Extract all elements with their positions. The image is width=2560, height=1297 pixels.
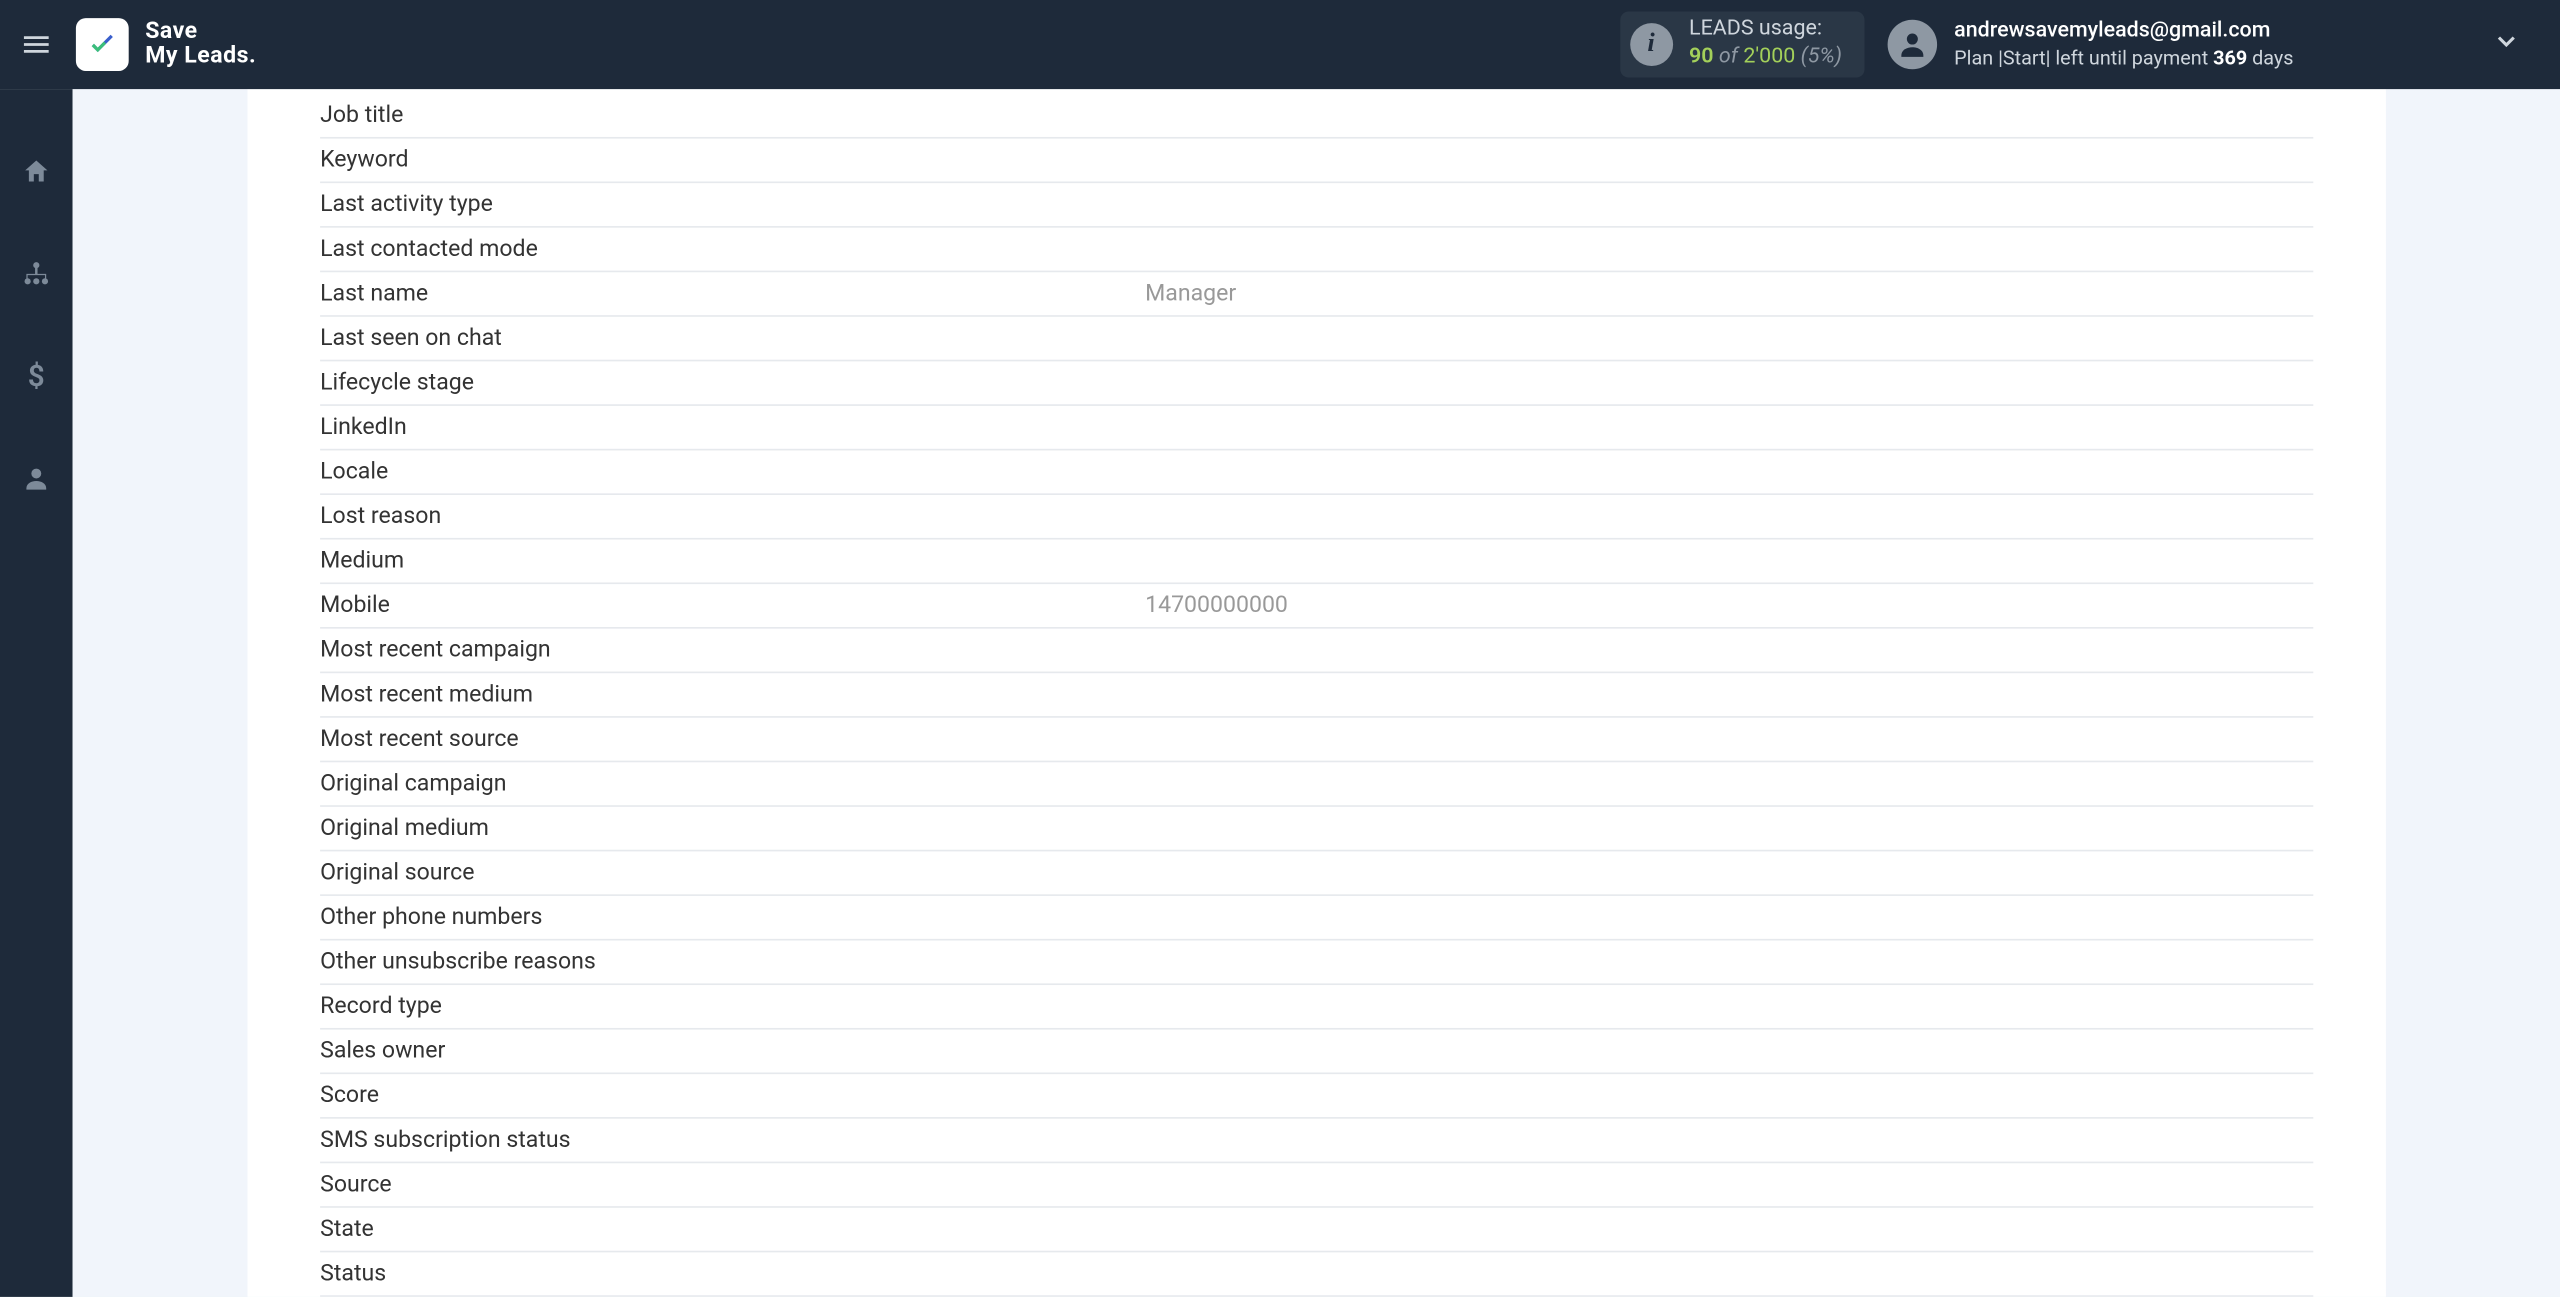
field-row: Original medium <box>320 807 2313 852</box>
field-label: Medium <box>320 548 1145 574</box>
field-row: Most recent medium <box>320 673 2313 718</box>
field-row: Medium <box>320 540 2313 585</box>
field-label: Original campaign <box>320 771 1145 797</box>
field-row: Job title <box>320 89 2313 138</box>
menu-button[interactable] <box>0 0 73 89</box>
field-label: Most recent source <box>320 726 1145 752</box>
field-label: Lost reason <box>320 503 1145 529</box>
plan-prefix: Plan <box>1954 46 1998 69</box>
field-row: Most recent campaign <box>320 629 2313 674</box>
plan-name: |Start| <box>1998 46 2050 69</box>
brand-line1: Save <box>145 18 197 44</box>
field-label: Mobile <box>320 592 1145 618</box>
field-row: Mobile14700000000 <box>320 584 2313 629</box>
field-row: Record type <box>320 985 2313 1030</box>
field-label: Most recent medium <box>320 681 1145 707</box>
field-label: Last name <box>320 281 1145 307</box>
field-label: Last seen on chat <box>320 325 1145 351</box>
nav-network[interactable] <box>0 241 73 307</box>
person-icon <box>1896 28 1929 61</box>
usage-text: LEADS usage: 90 of 2'000 (5%) <box>1689 17 1842 73</box>
field-label: Other phone numbers <box>320 904 1145 930</box>
field-label: Original source <box>320 860 1145 886</box>
person-icon <box>21 464 51 494</box>
field-row: Last activity type <box>320 183 2313 228</box>
field-label: Last activity type <box>320 191 1145 217</box>
hamburger-icon <box>20 28 53 61</box>
field-row: Score <box>320 1074 2313 1119</box>
field-row: Other phone numbers <box>320 896 2313 941</box>
topbar: Save My Leads. i LEADS usage: 90 of 2'00… <box>0 0 2560 89</box>
field-row: State <box>320 1208 2313 1253</box>
content-area: Job title Keyword Last activity type Last c… <box>73 89 2560 1297</box>
info-icon: i <box>1630 23 1673 66</box>
field-row: Last nameManager <box>320 272 2313 317</box>
brand-name: Save My Leads. <box>145 19 256 70</box>
fields-card: Job title Keyword Last activity type Last c… <box>248 89 2386 1297</box>
field-label: Status <box>320 1261 1145 1287</box>
nav-home[interactable] <box>0 139 73 205</box>
home-icon <box>21 157 51 187</box>
field-label: Source <box>320 1172 1145 1198</box>
plan-days-suffix: days <box>2247 46 2293 69</box>
field-label: Keyword <box>320 147 1145 173</box>
usage-pct: (5%) <box>1801 45 1842 70</box>
field-row: Last contacted mode <box>320 228 2313 273</box>
chevron-down-icon <box>2492 26 2522 56</box>
usage-box[interactable]: i LEADS usage: 90 of 2'000 (5%) <box>1620 12 1865 78</box>
field-label: State <box>320 1216 1145 1242</box>
dollar-icon: $ <box>28 359 45 394</box>
nav-billing[interactable]: $ <box>0 343 73 409</box>
field-label: Score <box>320 1082 1145 1108</box>
usage-used: 90 <box>1689 45 1714 70</box>
field-row: Keyword <box>320 139 2313 184</box>
avatar[interactable] <box>1888 20 1938 69</box>
field-label: Locale <box>320 459 1145 485</box>
field-label: Most recent campaign <box>320 637 1145 663</box>
field-row: Original source <box>320 851 2313 896</box>
checkmark-icon <box>84 26 120 62</box>
field-label: LinkedIn <box>320 414 1145 440</box>
sitemap-icon <box>21 259 51 289</box>
field-label: Last contacted mode <box>320 236 1145 262</box>
account-plan: Plan |Start| left until payment 369 days <box>1954 46 2293 72</box>
field-row: Last seen on chat <box>320 317 2313 362</box>
field-row: Lifecycle stage <box>320 361 2313 406</box>
field-label: Other unsubscribe reasons <box>320 949 1145 975</box>
field-row: Source <box>320 1163 2313 1208</box>
usage-total: 2'000 <box>1743 45 1795 70</box>
field-row: SMS subscription status <box>320 1119 2313 1164</box>
account-dropdown[interactable] <box>2294 26 2542 62</box>
logo[interactable] <box>76 18 129 71</box>
field-row: LinkedIn <box>320 406 2313 451</box>
field-row: Lost reason <box>320 495 2313 540</box>
field-value[interactable]: 14700000000 <box>1145 592 2313 618</box>
field-row: Most recent source <box>320 718 2313 763</box>
sidebar: $ <box>0 89 73 1297</box>
nav-profile[interactable] <box>0 446 73 512</box>
field-row: Other unsubscribe reasons <box>320 941 2313 986</box>
field-row: Sales owner <box>320 1030 2313 1075</box>
account-box[interactable]: andrewsavemyleads@gmail.com Plan |Start|… <box>1954 18 2293 72</box>
field-label: Lifecycle stage <box>320 370 1145 396</box>
field-label: Record type <box>320 993 1145 1019</box>
field-value[interactable]: Manager <box>1145 281 2313 307</box>
field-label: Original medium <box>320 815 1145 841</box>
field-row: Locale <box>320 450 2313 495</box>
field-row: Original campaign <box>320 762 2313 807</box>
brand-line2: My Leads. <box>145 45 256 70</box>
field-label: SMS subscription status <box>320 1127 1145 1153</box>
account-email: andrewsavemyleads@gmail.com <box>1954 18 2293 46</box>
usage-of: of <box>1719 45 1738 70</box>
usage-label: LEADS usage: <box>1689 17 1842 45</box>
plan-mid: left until payment <box>2050 46 2213 69</box>
plan-days: 369 <box>2213 46 2247 69</box>
field-row: Status <box>320 1252 2313 1297</box>
field-label: Sales owner <box>320 1038 1145 1064</box>
field-label: Job title <box>320 102 1145 128</box>
